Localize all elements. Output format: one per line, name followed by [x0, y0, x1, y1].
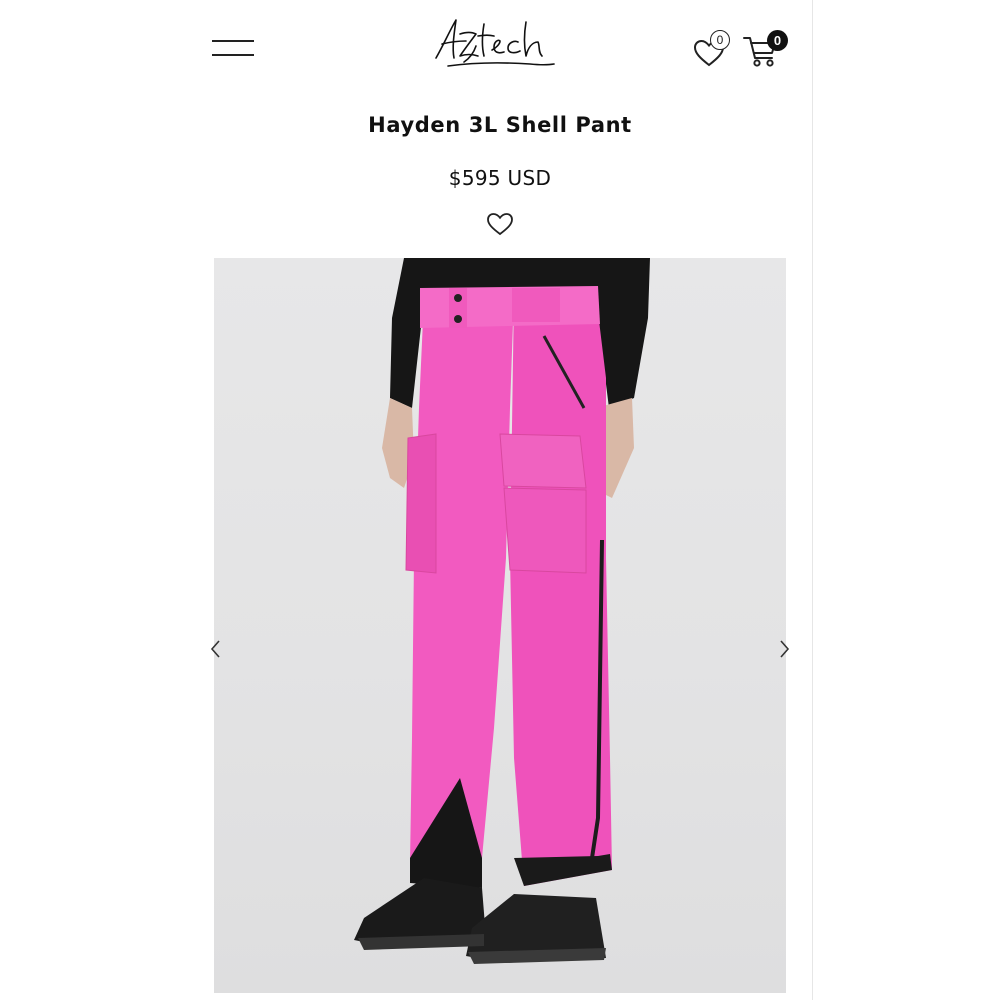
next-image-button[interactable]: [774, 636, 794, 662]
heart-outline-icon: [487, 213, 513, 236]
cart-button[interactable]: 0: [742, 30, 792, 68]
add-to-wishlist-button[interactable]: [485, 210, 515, 238]
product-image-gallery[interactable]: [214, 258, 786, 993]
menu-line: [212, 40, 254, 42]
menu-line: [212, 54, 254, 56]
wishlist-count-badge: 0: [710, 30, 730, 50]
product-title: Hayden 3L Shell Pant: [368, 113, 632, 137]
logo-script-icon: [435, 19, 555, 67]
product-price: $595 USD: [448, 166, 552, 190]
wishlist-button[interactable]: 0: [692, 30, 734, 68]
product-photo: [354, 258, 650, 964]
chevron-right-icon: [780, 640, 790, 658]
hamburger-menu-icon[interactable]: [212, 36, 254, 62]
brand-logo[interactable]: Aztech: [430, 14, 560, 76]
chevron-left-icon: [210, 640, 220, 658]
cart-count-badge: 0: [767, 30, 788, 51]
previous-image-button[interactable]: [206, 636, 226, 662]
right-gutter: [813, 0, 1000, 1000]
